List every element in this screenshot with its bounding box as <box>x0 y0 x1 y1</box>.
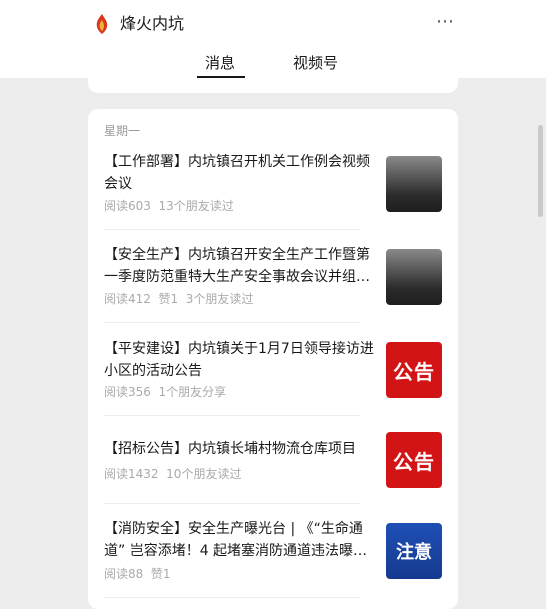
article-title[interactable]: 【安全生产】内坑镇召开安全生产工作暨第一季度防范重特大生产安全事故会议并组… <box>104 244 376 288</box>
article-item[interactable]: 【招标公告】内坑镇长埔村物流仓库项目 阅读1432 10个朋友读过 公告 <box>104 432 442 498</box>
header-card-bottom <box>88 78 458 93</box>
article-meta: 阅读88 赞1 <box>104 567 171 581</box>
article-meta: 阅读356 1个朋友分享 <box>104 385 227 399</box>
article-title[interactable]: 【平安建设】内坑镇关于1月7日领导接访进小区的活动公告 <box>104 338 376 382</box>
header <box>0 0 546 78</box>
article-thumbnail[interactable] <box>386 156 442 212</box>
account-logo-icon[interactable] <box>93 13 111 35</box>
article-title[interactable]: 【招标公告】内坑镇长埔村物流仓库项目 <box>104 438 376 460</box>
more-options-icon[interactable]: ⋯ <box>436 12 455 32</box>
article-item[interactable]: 【平安建设】内坑镇关于1月7日领导接访进小区的活动公告 阅读356 1个朋友分享… <box>104 338 442 399</box>
article-thumbnail-notice[interactable]: 公告 <box>386 342 442 398</box>
day-label: 星期一 <box>104 124 141 138</box>
active-tab-indicator <box>197 76 245 78</box>
divider <box>104 597 360 598</box>
article-item[interactable]: 【工作部署】内坑镇召开机关工作例会视频会议 阅读603 13个朋友读过 <box>104 150 442 213</box>
divider <box>104 415 360 416</box>
divider <box>104 229 360 230</box>
article-meta: 阅读1432 10个朋友读过 <box>104 467 242 481</box>
article-thumbnail-warning[interactable]: 注意 <box>386 523 442 579</box>
article-thumbnail[interactable] <box>386 249 442 305</box>
scrollbar-thumb[interactable] <box>538 125 543 217</box>
article-item[interactable]: 【安全生产】内坑镇召开安全生产工作暨第一季度防范重特大生产安全事故会议并组… 阅… <box>104 244 442 306</box>
article-thumbnail-notice[interactable]: 公告 <box>386 432 442 488</box>
article-meta: 阅读412 赞1 3个朋友读过 <box>104 292 254 306</box>
divider <box>104 322 360 323</box>
divider <box>104 503 360 504</box>
tab-video[interactable]: 视频号 <box>293 52 338 74</box>
article-title[interactable]: 【消防安全】安全生产曝光台 | 《“生命通道” 岂容添堵！4 起堵塞消防通道违法… <box>104 518 376 562</box>
article-title[interactable]: 【工作部署】内坑镇召开机关工作例会视频会议 <box>104 151 376 195</box>
account-name[interactable]: 烽火内坑 <box>120 13 184 35</box>
tab-messages[interactable]: 消息 <box>205 52 235 74</box>
article-meta: 阅读603 13个朋友读过 <box>104 199 234 213</box>
article-item[interactable]: 【消防安全】安全生产曝光台 | 《“生命通道” 岂容添堵！4 起堵塞消防通道违法… <box>104 518 442 581</box>
